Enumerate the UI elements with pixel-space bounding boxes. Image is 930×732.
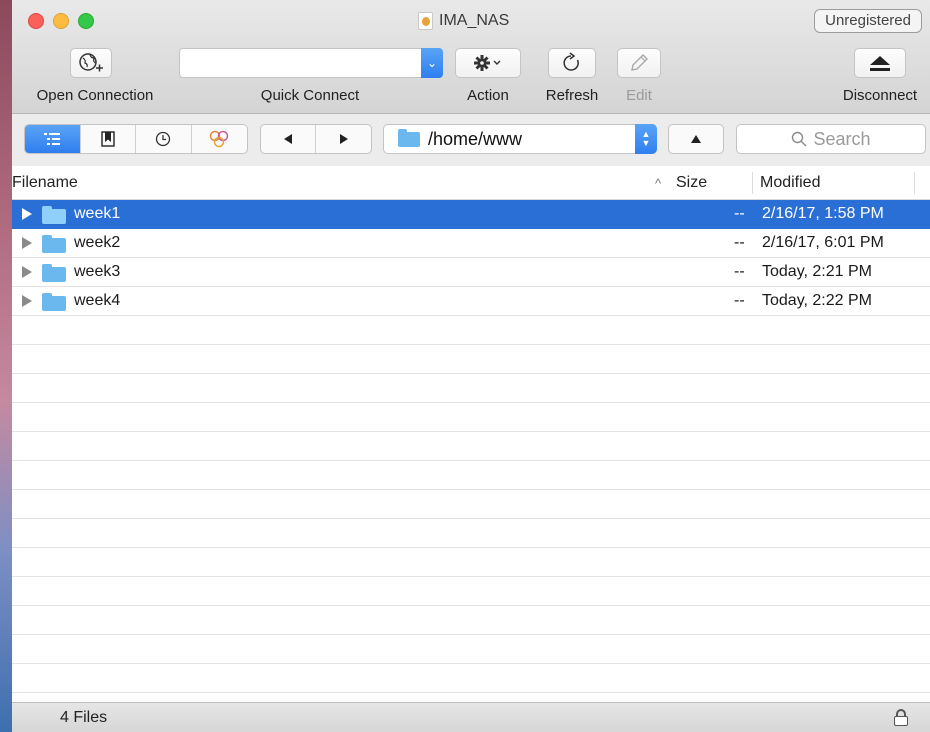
window-title: IMA_NAS (418, 10, 509, 32)
folder-icon (42, 235, 66, 253)
status-bar: 4 Files (12, 702, 930, 732)
navigation-bar: /home/www ▲ ▼ Search (12, 114, 930, 166)
empty-row (12, 519, 930, 548)
up-down-chevron-icon[interactable]: ▲ ▼ (635, 124, 657, 154)
edit-button[interactable] (617, 48, 661, 78)
table-row[interactable]: week1 -- 2/16/17, 1:58 PM (12, 200, 930, 229)
titlebar-toolbar: IMA_NAS Unregistered Open Connection ⌄ Q… (12, 0, 930, 114)
file-browser-table: Filename ^ Size Modified week1 -- 2/16/1… (12, 166, 930, 702)
empty-row (12, 548, 930, 577)
refresh-label: Refresh (545, 87, 599, 104)
size-column-header[interactable]: Size (676, 174, 707, 192)
globe-plus-icon (79, 53, 103, 72)
pencil-icon (631, 54, 648, 71)
app-window: IMA_NAS Unregistered Open Connection ⌄ Q… (12, 0, 930, 732)
file-count: 4 Files (60, 709, 108, 726)
back-arrow-icon (284, 134, 292, 144)
close-window-button[interactable] (28, 13, 44, 29)
folder-icon (42, 264, 66, 282)
empty-row (12, 461, 930, 490)
history-view-tab[interactable] (136, 125, 192, 153)
table-row[interactable]: week4 -- Today, 2:22 PM (12, 287, 930, 316)
filename-column-header[interactable]: Filename (12, 174, 78, 192)
up-arrow-icon (691, 135, 701, 143)
column-divider[interactable] (914, 172, 915, 194)
file-name: week1 (74, 205, 121, 222)
eject-icon (870, 56, 890, 71)
search-icon (792, 131, 807, 147)
edit-label: Edit (626, 87, 652, 104)
empty-row (12, 635, 930, 664)
disclosure-triangle-icon[interactable] (22, 295, 32, 307)
file-modified: Today, 2:22 PM (762, 292, 872, 309)
folder-icon (42, 293, 66, 311)
modified-column-header[interactable]: Modified (760, 174, 820, 192)
folder-icon (398, 128, 420, 147)
empty-row (12, 490, 930, 519)
unregistered-badge[interactable]: Unregistered (814, 9, 922, 33)
action-label: Action (467, 87, 509, 104)
forward-arrow-icon (339, 134, 348, 144)
outline-list-icon (44, 133, 61, 145)
empty-row (12, 577, 930, 606)
file-name: week4 (74, 292, 121, 309)
empty-row (12, 606, 930, 635)
empty-row (12, 403, 930, 432)
table-row[interactable]: week2 -- 2/16/17, 6:01 PM (12, 229, 930, 258)
history-navigation-control (260, 124, 372, 154)
open-connection-label: Open Connection (36, 87, 154, 104)
current-path: /home/www (428, 128, 523, 149)
table-header: Filename ^ Size Modified (12, 166, 930, 200)
bonjour-view-tab[interactable] (192, 125, 248, 153)
lock-icon[interactable] (894, 709, 908, 726)
search-field[interactable]: Search (736, 124, 926, 154)
bonjour-icon (210, 130, 229, 148)
disconnect-label: Disconnect (842, 87, 918, 104)
disclosure-triangle-icon[interactable] (22, 237, 32, 249)
path-popup-button[interactable]: /home/www ▲ ▼ (383, 124, 657, 154)
zoom-window-button[interactable] (78, 13, 94, 29)
chevron-down-icon[interactable]: ⌄ (421, 48, 443, 78)
document-icon (418, 12, 433, 30)
window-title-text: IMA_NAS (439, 12, 510, 29)
table-row[interactable]: week3 -- Today, 2:21 PM (12, 258, 930, 287)
file-size: -- (734, 205, 745, 222)
bookmarks-icon (101, 131, 115, 147)
search-placeholder: Search (813, 128, 871, 149)
column-divider[interactable] (752, 172, 753, 194)
refresh-icon (563, 52, 579, 71)
open-connection-button[interactable] (70, 48, 112, 78)
browser-view-tab[interactable] (25, 125, 81, 153)
view-mode-segmented-control (24, 124, 248, 154)
sort-ascending-icon: ^ (655, 176, 662, 191)
empty-row (12, 316, 930, 345)
file-name: week3 (74, 263, 121, 280)
action-button[interactable] (455, 48, 521, 78)
empty-row (12, 345, 930, 374)
quick-connect-combobox[interactable]: ⌄ (179, 48, 443, 78)
empty-row (12, 374, 930, 403)
quick-connect-label: Quick Connect (260, 87, 360, 104)
disclosure-triangle-icon[interactable] (22, 208, 32, 220)
history-clock-icon (156, 131, 171, 147)
forward-button[interactable] (316, 125, 371, 153)
refresh-button[interactable] (548, 48, 596, 78)
bookmarks-view-tab[interactable] (81, 125, 136, 153)
file-size: -- (734, 263, 745, 280)
empty-row (12, 664, 930, 693)
gear-icon (474, 55, 501, 71)
disclosure-triangle-icon[interactable] (22, 266, 32, 278)
empty-row (12, 432, 930, 461)
file-name: week2 (74, 234, 121, 251)
file-size: -- (734, 234, 745, 251)
folder-icon (42, 206, 66, 224)
back-button[interactable] (261, 125, 317, 153)
file-modified: Today, 2:21 PM (762, 263, 872, 280)
file-modified: 2/16/17, 6:01 PM (762, 234, 884, 251)
minimize-window-button[interactable] (53, 13, 69, 29)
disconnect-button[interactable] (854, 48, 906, 78)
parent-directory-button[interactable] (668, 124, 724, 154)
file-size: -- (734, 292, 745, 309)
file-modified: 2/16/17, 1:58 PM (762, 205, 884, 222)
